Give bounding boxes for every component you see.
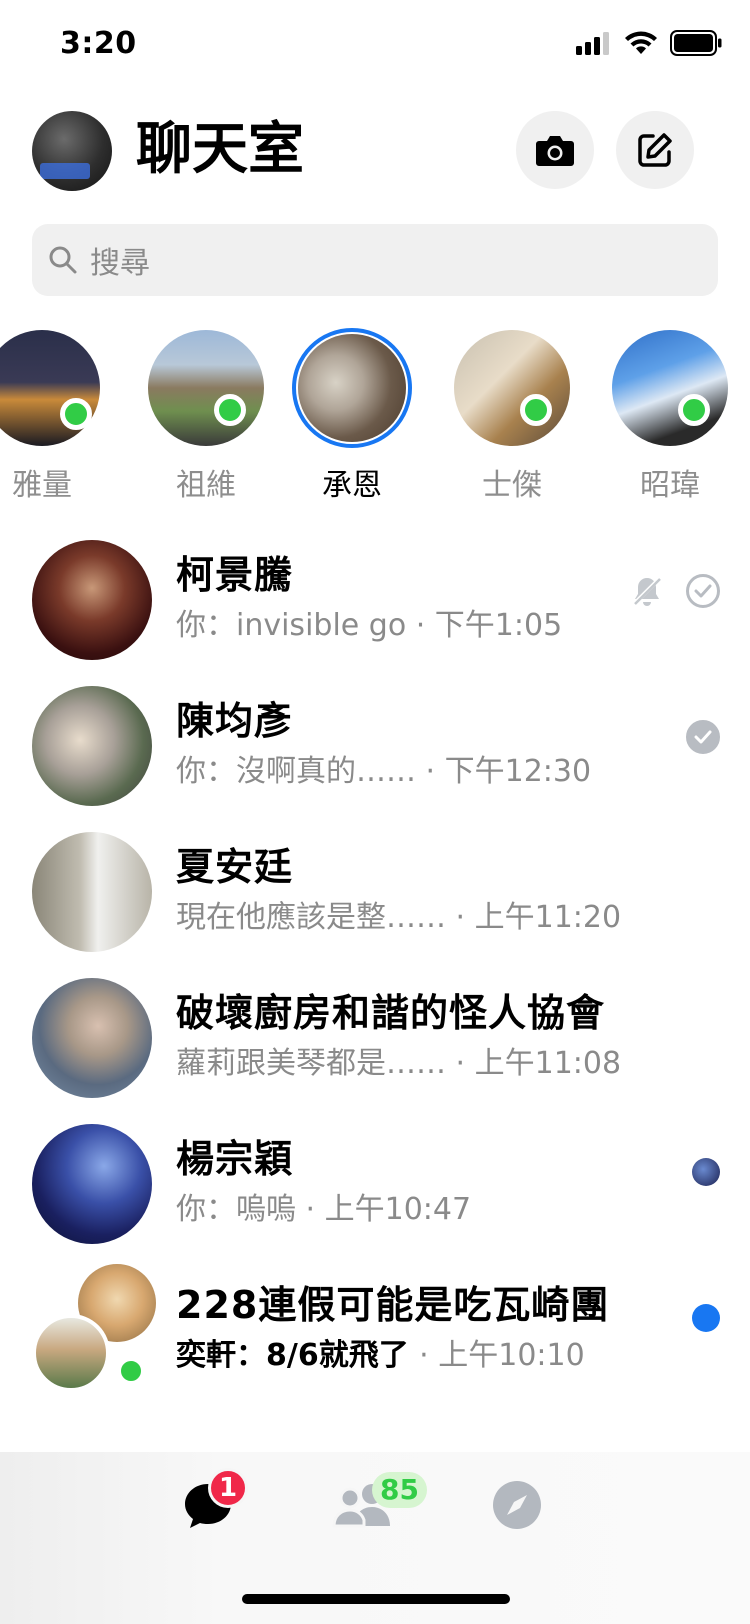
story-item[interactable]: 昭瑋 — [610, 328, 740, 503]
chat-name: 夏安廷 — [176, 845, 294, 889]
chat-status — [686, 720, 720, 754]
story-avatar — [148, 330, 264, 446]
unread-dot — [692, 1304, 720, 1332]
chat-preview-text: 現在他應該是整…… — [176, 900, 446, 935]
group-avatar — [32, 1264, 156, 1392]
chat-avatar — [32, 686, 152, 806]
online-indicator — [214, 394, 246, 426]
chat-row[interactable]: 夏安廷 現在他應該是整…… · 上午11:20 — [0, 822, 750, 962]
home-indicator[interactable] — [242, 1594, 510, 1604]
story-item[interactable]: 祖維 — [146, 328, 276, 503]
chat-avatar — [32, 540, 152, 660]
search-icon — [49, 246, 77, 274]
delivered-check-icon — [686, 720, 720, 754]
story-item[interactable]: 士傑 — [452, 328, 582, 503]
chat-time: · 上午11:20 — [455, 900, 622, 935]
chat-preview: 現在他應該是整…… · 上午11:20 — [176, 892, 621, 936]
search-input[interactable]: 搜尋 — [32, 224, 718, 296]
sent-check-icon — [686, 574, 720, 608]
chat-preview-text: 你：invisible go — [176, 608, 407, 643]
story-item[interactable]: 承恩 — [292, 328, 422, 503]
chat-preview-text: 你：沒啊真的…… — [176, 754, 416, 789]
story-avatar — [298, 334, 406, 442]
chat-row[interactable]: 228連假可能是吃瓦崎團 奕軒：8/6就飛了 · 上午10:10 — [0, 1260, 750, 1400]
online-indicator — [520, 394, 552, 426]
tab-discover[interactable] — [492, 1480, 556, 1544]
chat-avatar — [32, 1124, 152, 1244]
battery-icon — [670, 30, 722, 56]
chat-name: 破壞廚房和諧的怪人協會 — [176, 991, 606, 1035]
online-indicator — [116, 1356, 146, 1386]
chat-preview-text: 蘿莉跟美琴都是…… — [176, 1046, 446, 1081]
chat-name: 楊宗穎 — [176, 1137, 294, 1181]
chat-status — [692, 1304, 720, 1332]
status-bar: 3:20 — [0, 0, 750, 90]
chats-badge: 1 — [208, 1468, 248, 1508]
search-placeholder: 搜尋 — [90, 246, 150, 281]
chat-name: 陳均彥 — [176, 699, 294, 743]
chat-preview-text: 你：嗚嗚 — [176, 1192, 296, 1227]
active-friends-row: 雅量 祖維 承恩 士傑 昭瑋 — [0, 328, 750, 503]
status-time: 3:20 — [60, 26, 137, 61]
chat-time: · 上午10:10 — [419, 1338, 585, 1373]
story-name: 昭瑋 — [640, 468, 700, 503]
chat-name: 柯景騰 — [176, 553, 294, 597]
chat-time: · 下午1:05 — [415, 608, 563, 643]
chat-preview: 你：嗚嗚 · 上午10:47 — [176, 1184, 471, 1228]
chat-preview-text: 奕軒：8/6就飛了 — [176, 1338, 409, 1373]
page-title: 聊天室 — [136, 117, 304, 182]
compose-button[interactable] — [616, 111, 694, 189]
muted-bell-icon — [632, 576, 662, 606]
tab-people[interactable]: 85 — [332, 1472, 427, 1544]
camera-button[interactable] — [516, 111, 594, 189]
chat-row[interactable]: 柯景騰 你：invisible go · 下午1:05 — [0, 530, 750, 670]
online-indicator — [678, 394, 710, 426]
cellular-signal-icon — [576, 32, 609, 55]
group-avatar-front — [32, 1314, 110, 1392]
story-name: 承恩 — [322, 468, 382, 503]
profile-avatar[interactable] — [32, 111, 112, 191]
chat-row[interactable]: 楊宗穎 你：嗚嗚 · 上午10:47 — [0, 1114, 750, 1254]
chat-preview: 奕軒：8/6就飛了 · 上午10:10 — [176, 1330, 585, 1374]
story-item[interactable]: 雅量 — [0, 328, 112, 503]
chat-preview: 你：沒啊真的…… · 下午12:30 — [176, 746, 591, 790]
chat-avatar — [32, 832, 152, 952]
compose-icon — [638, 133, 672, 167]
status-icons — [576, 30, 722, 56]
chat-avatar — [32, 978, 152, 1098]
wifi-icon — [625, 31, 657, 54]
chat-row[interactable]: 破壞廚房和諧的怪人協會 蘿莉跟美琴都是…… · 上午11:08 — [0, 968, 750, 1108]
tab-chats[interactable]: 1 — [182, 1468, 248, 1544]
chat-status — [692, 1158, 720, 1186]
story-avatar — [454, 330, 570, 446]
seen-avatar — [692, 1158, 720, 1186]
compass-icon — [493, 1481, 541, 1529]
tab-bar: 1 85 — [0, 1452, 750, 1624]
story-name: 士傑 — [482, 468, 542, 503]
header: 聊天室 — [0, 105, 750, 195]
chat-preview: 蘿莉跟美琴都是…… · 上午11:08 — [176, 1038, 621, 1082]
online-indicator — [60, 398, 92, 430]
story-avatar — [0, 330, 100, 446]
story-name: 祖維 — [176, 468, 236, 503]
people-badge: 85 — [372, 1472, 427, 1508]
story-name: 雅量 — [12, 468, 72, 503]
chat-row[interactable]: 陳均彥 你：沒啊真的…… · 下午12:30 — [0, 676, 750, 816]
chat-preview: 你：invisible go · 下午1:05 — [176, 600, 562, 644]
chat-status — [630, 574, 720, 608]
camera-icon — [536, 136, 574, 166]
story-avatar — [612, 330, 728, 446]
chat-time: · 上午10:47 — [305, 1192, 472, 1227]
chat-time: · 上午11:08 — [455, 1046, 622, 1081]
chat-time: · 下午12:30 — [425, 754, 592, 789]
chat-name: 228連假可能是吃瓦崎團 — [176, 1283, 610, 1327]
